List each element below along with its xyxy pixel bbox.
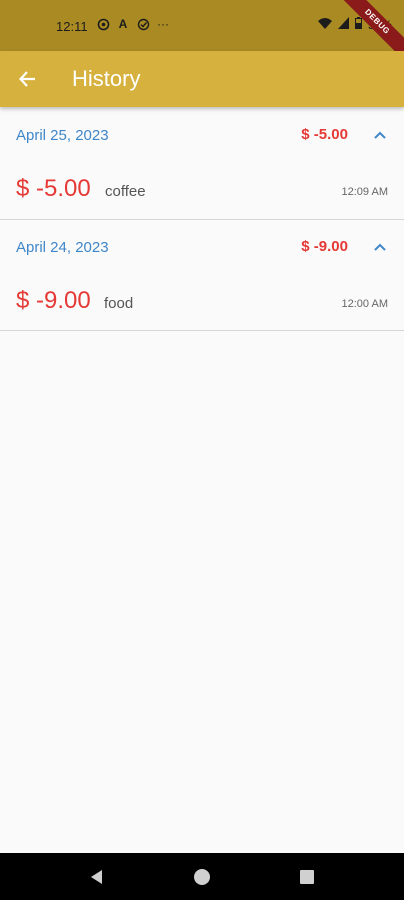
page-title: History [72,66,141,91]
item-note: food [104,295,134,312]
status-bar: 12:11 A ··· 51% [0,0,404,51]
group-date: April 25, 2023 [16,127,109,144]
group-total: $ -5.00 [301,126,348,143]
system-nav-bar [0,853,404,900]
list-item[interactable]: $ -9.00 food 12:00 AM [0,275,404,331]
battery-icon [354,17,362,32]
date-group-header[interactable]: April 25, 2023 $ -5.00 [0,107,404,163]
item-note: coffee [105,183,146,200]
wifi-icon [317,17,332,32]
back-triangle-icon[interactable] [87,867,107,887]
group-date: April 24, 2023 [16,239,109,256]
date-group-header[interactable]: April 24, 2023 $ -9.00 [0,219,404,275]
more-icon: ··· [157,17,169,31]
item-amount: $ -5.00 [16,175,91,202]
list-item[interactable]: $ -5.00 coffee 12:09 AM [0,163,404,219]
app-bar: History [0,51,404,107]
item-time: 12:09 AM [341,186,388,198]
group-total: $ -9.00 [301,238,348,255]
check-circle-icon [136,17,150,31]
settings-icon [96,17,110,31]
arrow-back-icon [18,71,35,87]
chevron-up-icon[interactable] [372,239,388,255]
item-amount: $ -9.00 [16,287,91,314]
back-button[interactable] [12,63,44,95]
signal-icon [337,17,349,32]
a-icon: A [118,17,128,31]
item-time: 12:00 AM [341,298,388,310]
chevron-up-icon[interactable] [372,127,388,143]
status-time: 12:11 [56,19,88,34]
status-left-icons: A ··· [96,17,170,31]
divider [0,330,404,331]
recents-square-icon[interactable] [297,867,317,887]
home-circle-icon[interactable] [192,867,212,887]
